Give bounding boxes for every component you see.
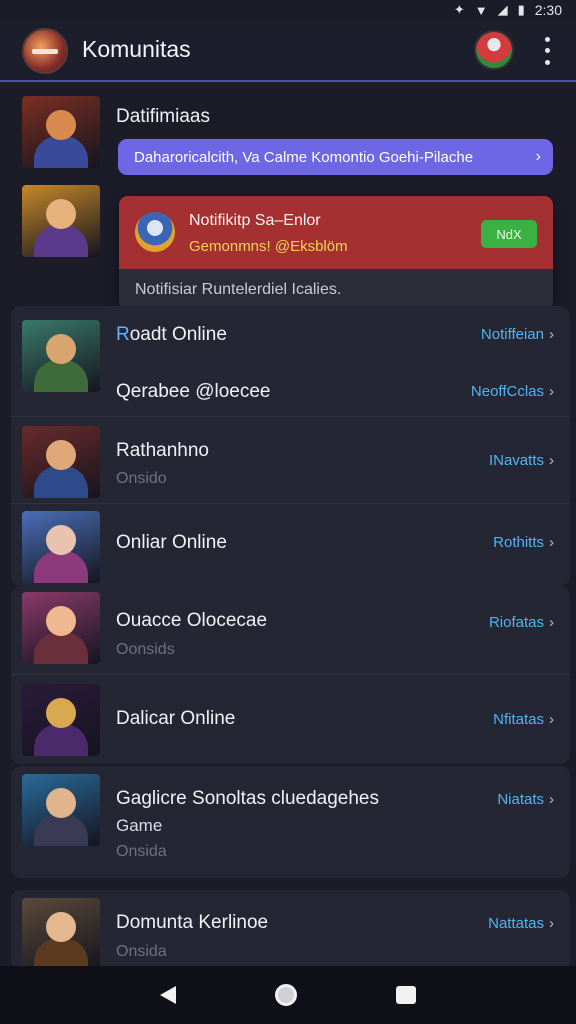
promo-banner-button[interactable]: Daharoricalcith, Va Calme Komontio Goehi…	[118, 139, 553, 175]
game-thumbnail[interactable]	[22, 898, 100, 970]
notification-body: Notifisiar Runtelerdiel Icalies.	[135, 281, 342, 298]
game-thumbnail[interactable]	[22, 511, 100, 583]
notification-subtitle: Gemonmns! @Eksblöm	[189, 238, 348, 255]
game-thumbnail[interactable]	[22, 320, 100, 392]
profile-avatar-icon[interactable]	[474, 30, 514, 70]
more-vert-icon[interactable]	[536, 34, 558, 68]
notification-avatar-icon	[135, 212, 175, 252]
system-nav-bar	[0, 966, 576, 1024]
action-label: Nfitatas	[493, 711, 544, 728]
game-thumbnail[interactable]	[22, 185, 100, 257]
recents-icon[interactable]	[396, 986, 417, 1004]
divider	[11, 503, 570, 504]
signal-icon: ✦	[453, 2, 465, 17]
wifi-icon: ▼	[474, 2, 488, 18]
divider	[11, 674, 570, 675]
chevron-right-icon: ›	[549, 711, 554, 728]
game-thumbnail[interactable]	[22, 426, 100, 498]
back-icon[interactable]	[159, 986, 176, 1004]
status-time: 2:30	[534, 2, 562, 18]
chevron-right-icon: ›	[549, 791, 554, 808]
notification-title: Notifikitp Sa–Enlor	[189, 212, 321, 229]
chevron-right-icon: ›	[535, 148, 541, 165]
notification-link[interactable]: INavatts ›	[489, 452, 554, 469]
community-card: Ouacce Olocecae Oonsids Riofatas › Dalica…	[11, 586, 570, 764]
row-status: Onsida	[116, 843, 167, 860]
action-label: Rothitts	[493, 534, 544, 551]
battery-icon: ▮	[517, 2, 525, 17]
notification-link[interactable]: Nfitatas ›	[493, 711, 554, 728]
row-title-highlight: R	[116, 324, 130, 345]
home-icon[interactable]	[274, 984, 297, 1006]
notification-header: Notifikitp Sa–Enlor Gemonmns! @Eksblöm N…	[119, 196, 553, 269]
row-title[interactable]: Ouacce Olocecae	[116, 610, 267, 632]
notification-link[interactable]: Nattatas ›	[488, 915, 554, 932]
action-label: Riofatas	[488, 614, 544, 631]
community-card: Roadt Online Notiffeian › Qerabee @loecee…	[11, 306, 570, 586]
notification-link[interactable]: Riofatas ›	[489, 614, 554, 631]
row-title[interactable]: Domunta Kerlinoe	[116, 912, 268, 934]
row-subtitle: Qerabee @loecee	[116, 381, 271, 402]
action-label: Notiffeian	[480, 326, 544, 343]
row-category: Game	[116, 816, 163, 835]
game-thumbnail[interactable]	[22, 96, 100, 168]
action-label: NeoffCclas	[470, 383, 544, 400]
notification-card[interactable]: Notifikitp Sa–Enlor Gemonmns! @Eksblöm N…	[119, 196, 553, 311]
cell-icon: ◢	[497, 2, 508, 17]
row-title[interactable]: Onliar Online	[116, 532, 227, 554]
app-logo-icon[interactable]	[22, 28, 68, 74]
notification-link[interactable]: Niatats ›	[497, 791, 554, 808]
promo-text: Daharoricalcith, Va Calme Komontio Goehi…	[134, 148, 474, 166]
page-title: Komunitas	[82, 36, 191, 62]
row-title[interactable]: Dalicar Online	[116, 708, 235, 730]
top-item-title: Datifimiaas	[116, 106, 210, 127]
status-bar: ✦ ▼ ◢ ▮ 2:30	[0, 0, 576, 20]
row-status: Onsida	[116, 943, 167, 960]
community-card: Gaglicre Sonoltas cluedagehes Game Onsid…	[11, 766, 570, 878]
game-thumbnail[interactable]	[22, 774, 100, 846]
notification-link[interactable]: Notiffeian ›	[481, 326, 554, 343]
game-thumbnail[interactable]	[22, 684, 100, 756]
action-label: Nattatas	[488, 915, 544, 932]
chevron-right-icon: ›	[549, 326, 554, 343]
community-card: Domunta Kerlinoe Onsida Nattatas ›	[11, 890, 570, 970]
game-thumbnail[interactable]	[22, 592, 100, 664]
notification-link[interactable]: Rothitts ›	[493, 534, 554, 551]
divider	[11, 416, 570, 417]
chevron-right-icon: ›	[549, 534, 554, 551]
row-title-text: oadt Online	[129, 324, 227, 345]
chevron-right-icon: ›	[549, 614, 554, 631]
app-bar: Komunitas	[0, 20, 576, 82]
chevron-right-icon: ›	[549, 383, 554, 400]
row-title[interactable]: Roadt Online	[116, 324, 227, 346]
action-label: INavatts	[488, 452, 544, 469]
row-status: Oonsids	[116, 641, 175, 658]
chevron-right-icon: ›	[549, 452, 554, 469]
row-title[interactable]: Gaglicre Sonoltas cluedagehes	[116, 788, 379, 810]
notification-action-button[interactable]: NdX	[481, 220, 537, 248]
chevron-right-icon: ›	[549, 915, 554, 932]
row-title[interactable]: Rathanhno	[116, 440, 209, 462]
action-label: Niatats	[497, 791, 544, 808]
row-status: Onsido	[116, 470, 167, 487]
notification-link[interactable]: NeoffCclas ›	[471, 383, 554, 400]
